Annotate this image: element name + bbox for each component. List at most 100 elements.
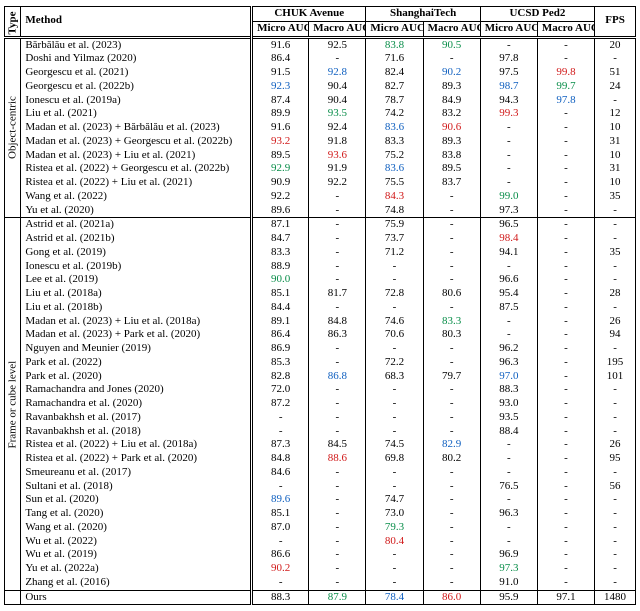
table-row: Park et al. (2022)85.3-72.2-96.3-195 (5, 356, 636, 370)
value-cell: 85.3 (252, 356, 309, 370)
value-cell: - (366, 548, 423, 562)
fps-cell: - (595, 562, 636, 576)
table-row: Sultani et al. (2018)----76.5-56 (5, 480, 636, 494)
value-cell: - (537, 438, 594, 452)
method-cell: Ramachandra et al. (2020) (21, 397, 252, 411)
value-cell: - (309, 521, 366, 535)
value-cell: 98.7 (480, 80, 537, 94)
value-cell: 92.5 (309, 37, 366, 52)
table-row: Lee et al. (2019)90.0---96.6-- (5, 273, 636, 287)
table-row: Liu et al. (2018a)85.181.772.880.695.4-2… (5, 287, 636, 301)
value-cell: - (423, 383, 480, 397)
value-cell: - (309, 232, 366, 246)
value-cell: 90.4 (309, 94, 366, 108)
table-row: Ionescu et al. (2019b)88.9------ (5, 260, 636, 274)
value-cell: - (537, 176, 594, 190)
value-cell: 90.4 (309, 80, 366, 94)
value-cell: - (423, 232, 480, 246)
value-cell: 99.3 (480, 107, 537, 121)
value-cell: 74.2 (366, 107, 423, 121)
fps-cell: - (595, 94, 636, 108)
value-cell: 88.3 (252, 590, 309, 605)
value-cell: - (366, 301, 423, 315)
value-cell: 86.8 (309, 370, 366, 384)
value-cell: - (423, 273, 480, 287)
table-row: Ristea et al. (2022) + Liu et al. (2021)… (5, 176, 636, 190)
fps-cell: 20 (595, 37, 636, 52)
value-cell: - (537, 232, 594, 246)
value-cell: - (423, 52, 480, 66)
value-cell: - (537, 135, 594, 149)
value-cell: - (309, 342, 366, 356)
table-row: Madan et al. (2023) + Liu et al. (2021)8… (5, 149, 636, 163)
fps-cell: - (595, 535, 636, 549)
col-group-avenue: CHUK Avenue (252, 7, 366, 22)
fps-cell: 12 (595, 107, 636, 121)
col-header-type: Type (5, 7, 21, 38)
value-cell: - (480, 37, 537, 52)
table-row: Park et al. (2020)82.886.868.379.797.0-1… (5, 370, 636, 384)
value-cell: - (423, 548, 480, 562)
value-cell: - (366, 562, 423, 576)
value-cell: 96.6 (480, 273, 537, 287)
value-cell: - (423, 466, 480, 480)
method-cell: Zhang et al. (2016) (21, 576, 252, 590)
col-sub-macro: Macro AUC (309, 21, 366, 37)
method-cell: Ristea et al. (2022) + Liu et al. (2021) (21, 176, 252, 190)
table-row: Madan et al. (2023) + Bărbălău et al. (2… (5, 121, 636, 135)
fps-cell: - (595, 397, 636, 411)
fps-cell: 56 (595, 480, 636, 494)
method-cell: Sun et al. (2020) (21, 493, 252, 507)
value-cell: 92.9 (252, 162, 309, 176)
method-cell: Lee et al. (2019) (21, 273, 252, 287)
table-row: Wang et al. (2020)87.0-79.3---- (5, 521, 636, 535)
value-cell: - (537, 425, 594, 439)
value-cell: 87.9 (309, 590, 366, 605)
value-cell: 99.7 (537, 80, 594, 94)
method-cell: Liu et al. (2018b) (21, 301, 252, 315)
value-cell: 73.7 (366, 232, 423, 246)
value-cell: - (309, 52, 366, 66)
method-cell: Liu et al. (2021) (21, 107, 252, 121)
table-row: Madan et al. (2023) + Liu et al. (2018a)… (5, 315, 636, 329)
value-cell: 79.7 (423, 370, 480, 384)
value-cell: - (423, 301, 480, 315)
method-cell: Madan et al. (2023) + Liu et al. (2018a) (21, 315, 252, 329)
value-cell: 83.8 (366, 37, 423, 52)
value-cell: 84.6 (252, 466, 309, 480)
value-cell: - (252, 576, 309, 590)
value-cell: 83.3 (366, 135, 423, 149)
value-cell: 88.4 (480, 425, 537, 439)
value-cell: 80.3 (423, 328, 480, 342)
method-cell: Tang et al. (2020) (21, 507, 252, 521)
value-cell: 87.3 (252, 438, 309, 452)
value-cell: - (423, 535, 480, 549)
value-cell: - (309, 507, 366, 521)
value-cell: 96.9 (480, 548, 537, 562)
fps-cell: - (595, 52, 636, 66)
value-cell: 76.5 (480, 480, 537, 494)
value-cell: - (252, 425, 309, 439)
value-cell: - (423, 425, 480, 439)
method-cell: Ristea et al. (2022) + Park et al. (2020… (21, 452, 252, 466)
value-cell: 74.5 (366, 438, 423, 452)
method-cell: Ionescu et al. (2019b) (21, 260, 252, 274)
fps-cell: - (595, 232, 636, 246)
method-cell: Wu et al. (2019) (21, 548, 252, 562)
value-cell: 84.9 (423, 94, 480, 108)
value-cell: - (423, 493, 480, 507)
table-row: Liu et al. (2021)89.993.574.283.299.3-12 (5, 107, 636, 121)
value-cell: - (309, 397, 366, 411)
method-cell: Ramachandra and Jones (2020) (21, 383, 252, 397)
value-cell: - (423, 204, 480, 218)
value-cell: 75.5 (366, 176, 423, 190)
fps-cell: 195 (595, 356, 636, 370)
value-cell: 70.6 (366, 328, 423, 342)
value-cell: 89.3 (423, 135, 480, 149)
value-cell: 73.0 (366, 507, 423, 521)
method-cell: Park et al. (2020) (21, 370, 252, 384)
value-cell: - (309, 548, 366, 562)
value-cell: 81.7 (309, 287, 366, 301)
value-cell: 93.0 (480, 397, 537, 411)
value-cell: - (537, 480, 594, 494)
